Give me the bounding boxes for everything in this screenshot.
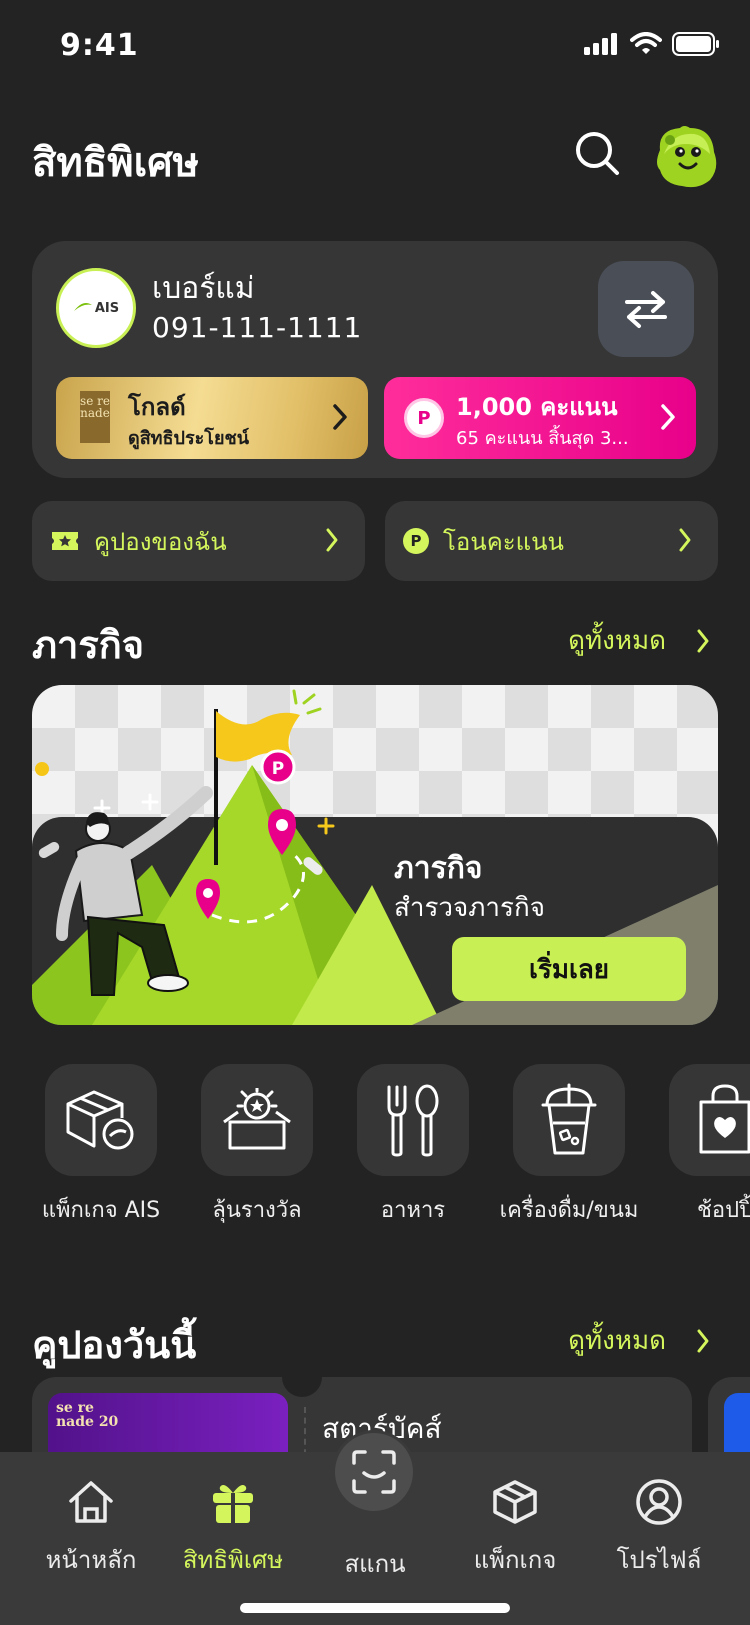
gift-icon xyxy=(213,1485,253,1523)
tab-home[interactable]: หน้าหลัก xyxy=(26,1476,156,1579)
swap-arrows-icon xyxy=(625,291,667,328)
category-label: เครื่องดื่ม/ขนม xyxy=(499,1198,639,1223)
status-icons xyxy=(584,32,720,56)
my-coupons-label: คูปองของฉัน xyxy=(94,527,227,556)
category-label: ช้อปปิ้ xyxy=(696,1198,750,1223)
mission-banner[interactable]: P ภารกิจ สำรวจภารกิจ เริ่มเลย xyxy=(32,685,718,1025)
shopping-bag-icon xyxy=(669,1064,750,1176)
battery-icon xyxy=(672,32,719,56)
ais-logo: AIS xyxy=(56,268,136,348)
chevron-right-icon xyxy=(661,404,675,430)
home-icon xyxy=(69,1481,113,1523)
category-shopping[interactable]: ช้อปปิ้ xyxy=(650,1064,750,1228)
status-time: 9:41 xyxy=(60,28,139,63)
tab-profile[interactable]: โปรไฟล์ xyxy=(594,1476,724,1579)
ais-logo-text: AIS xyxy=(94,300,120,316)
search-icon[interactable] xyxy=(572,128,622,178)
category-package[interactable]: แพ็กเกจ AIS xyxy=(26,1064,176,1228)
tab-label: สแกน xyxy=(344,1550,406,1578)
package-icon xyxy=(45,1064,157,1176)
category-label: อาหาร xyxy=(380,1198,446,1223)
coupon-notch xyxy=(282,1377,322,1397)
points-card[interactable]: P 1,000 คะแนน 65 คะแนน สิ้นสุด 3... xyxy=(384,377,696,459)
status-bar: 9:41 xyxy=(0,0,750,94)
scan-button[interactable] xyxy=(332,1430,416,1514)
chevron-right-icon xyxy=(697,629,709,652)
coupons-see-all-link[interactable]: ดูทั้งหมด xyxy=(568,1320,710,1361)
points-subtitle: 65 คะแนน สิ้นสุด 3... xyxy=(456,428,629,449)
transfer-points-label: โอนคะแนน xyxy=(443,527,564,556)
mission-coin-label: P xyxy=(272,759,284,779)
account-name: เบอร์แม่ xyxy=(152,271,255,306)
start-mission-button[interactable]: เริ่มเลย xyxy=(452,937,686,1001)
missions-section-title: ภารกิจ xyxy=(32,623,145,667)
tab-label: โปรไฟล์ xyxy=(616,1546,702,1574)
chevron-right-icon xyxy=(326,528,338,552)
chevron-right-icon xyxy=(333,404,347,430)
home-indicator xyxy=(240,1603,510,1613)
category-label: แพ็กเกจ AIS xyxy=(41,1198,161,1223)
cellular-signal-icon xyxy=(584,33,617,55)
mascot-avatar-icon[interactable] xyxy=(650,124,722,190)
tier-subtitle: ดูสิทธิประโยชน์ xyxy=(128,428,250,449)
ais-swoosh-icon xyxy=(73,303,92,311)
fork-spoon-icon xyxy=(357,1064,469,1176)
see-all-label: ดูทั้งหมด xyxy=(568,626,666,656)
tab-privileges[interactable]: สิทธิพิเศษ xyxy=(168,1476,298,1579)
mission-title: ภารกิจ xyxy=(394,851,483,886)
page-title: สิทธิพิเศษ xyxy=(32,140,199,186)
package-icon xyxy=(493,1480,537,1524)
missions-see-all-link[interactable]: ดูทั้งหมด xyxy=(568,620,710,661)
coupons-section-title: คูปองวันนี้ xyxy=(32,1323,197,1367)
tab-label: หน้าหลัก xyxy=(45,1546,137,1574)
my-coupons-button[interactable]: คูปองของฉัน xyxy=(32,501,365,581)
category-label: ลุ้นรางวัล xyxy=(212,1198,302,1223)
tier-card[interactable]: se re nade โกลด์ ดูสิทธิประโยชน์ xyxy=(56,377,368,459)
chevron-right-icon xyxy=(697,1329,709,1352)
switch-account-button[interactable] xyxy=(598,261,694,357)
wifi-icon xyxy=(630,32,662,54)
points-coin-icon: P xyxy=(404,398,444,438)
tab-label: สิทธิพิเศษ xyxy=(182,1546,284,1574)
mission-subtitle: สำรวจภารกิจ xyxy=(394,893,545,923)
drink-cup-icon xyxy=(513,1064,625,1176)
category-food[interactable]: อาหาร xyxy=(338,1064,488,1228)
tab-label: แพ็กเกจ xyxy=(473,1546,557,1574)
serenade-logo: se re nade xyxy=(80,391,110,443)
prize-box-icon xyxy=(201,1064,313,1176)
tab-packages[interactable]: แพ็กเกจ xyxy=(450,1476,580,1579)
points-coin-icon: P xyxy=(403,528,429,554)
see-all-label: ดูทั้งหมด xyxy=(568,1326,666,1356)
transfer-points-button[interactable]: P โอนคะแนน xyxy=(385,501,718,581)
tier-title: โกลด์ xyxy=(128,393,186,421)
profile-icon xyxy=(636,1479,682,1525)
ticket-star-icon xyxy=(52,532,78,550)
serenade-20-logo: se re nade 20 xyxy=(56,1400,119,1430)
points-title: 1,000 คะแนน xyxy=(456,393,618,421)
scan-face-icon xyxy=(352,1450,396,1494)
account-card: AIS เบอร์แม่ 091-111-1111 se re nade โกล… xyxy=(32,241,718,478)
account-number: 091-111-1111 xyxy=(152,311,363,344)
category-drinks[interactable]: เครื่องดื่ม/ขนม xyxy=(494,1064,644,1228)
category-prize[interactable]: ลุ้นรางวัล xyxy=(182,1064,332,1228)
chevron-right-icon xyxy=(679,528,691,552)
